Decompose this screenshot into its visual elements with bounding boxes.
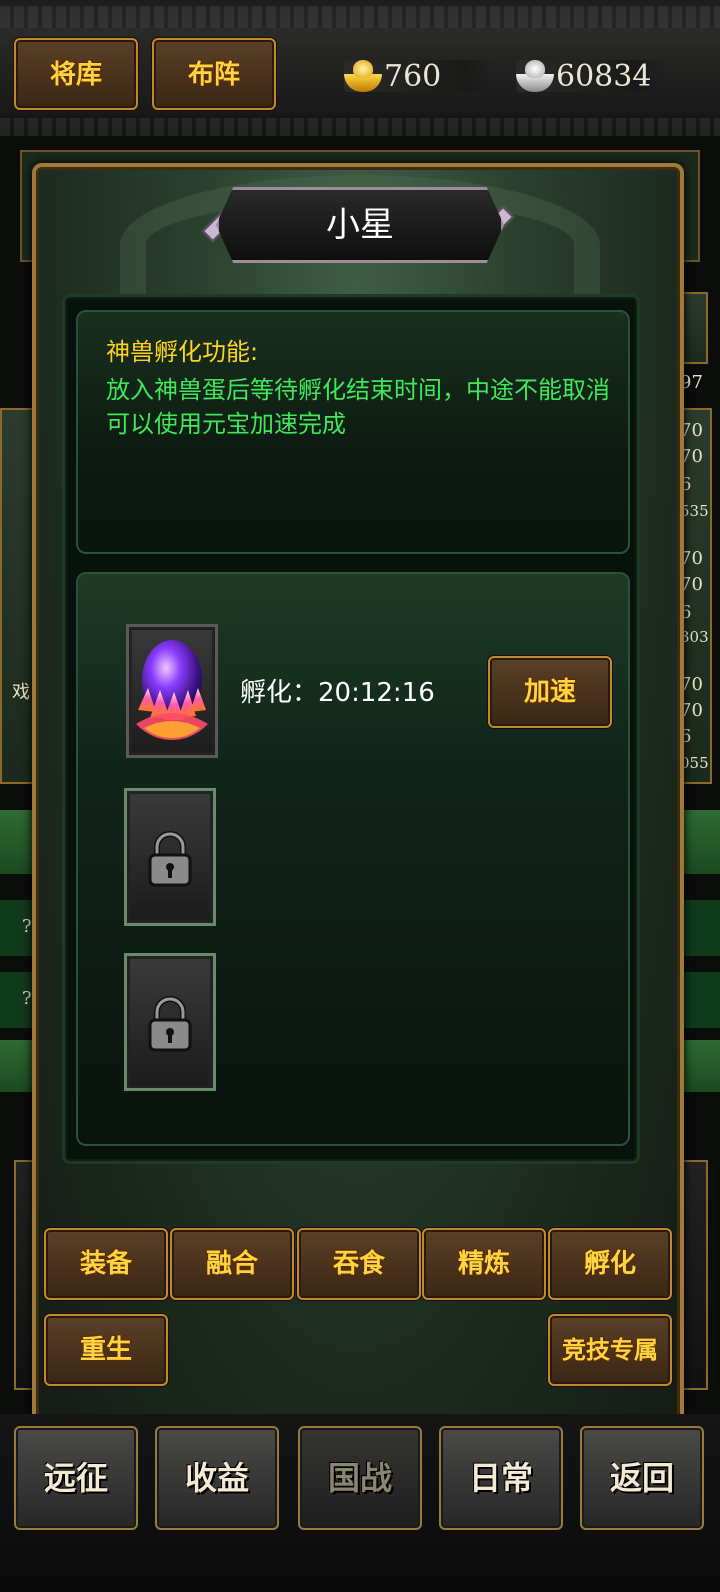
- top-ornament-lower: [0, 118, 720, 136]
- nav-national-war[interactable]: 国战: [298, 1426, 422, 1530]
- bg-number: 535: [680, 502, 709, 520]
- gold-display: 760: [344, 56, 441, 96]
- bg-number: 055: [680, 754, 709, 772]
- tab-hatch[interactable]: 孵化: [548, 1228, 672, 1300]
- bg-label: ?: [22, 988, 32, 1009]
- info-line-1: 放入神兽蛋后等待孵化结束时间，中途不能取消: [106, 376, 610, 404]
- silver-display: 60834: [516, 56, 651, 96]
- info-line-2: 可以使用元宝加速完成: [106, 410, 346, 438]
- background-left-list: [0, 408, 36, 784]
- egg-slot-3-locked[interactable]: [124, 953, 216, 1091]
- nav-daily[interactable]: 日常: [439, 1426, 563, 1530]
- egg-slot-2-locked[interactable]: [124, 788, 216, 926]
- nav-back[interactable]: 返回: [580, 1426, 704, 1530]
- speed-up-button[interactable]: 加速: [488, 656, 612, 728]
- bg-label: ?: [22, 916, 32, 937]
- egg-slot-1[interactable]: [126, 624, 218, 758]
- tab-fusion[interactable]: 融合: [170, 1228, 294, 1300]
- silver-amount: 60834: [556, 58, 652, 94]
- hatch-timer: 孵化：20:12:16: [240, 678, 435, 708]
- formation-button[interactable]: 布阵: [152, 38, 276, 110]
- nav-expedition[interactable]: 远征: [14, 1426, 138, 1530]
- tab-devour[interactable]: 吞食: [297, 1228, 421, 1300]
- general-storage-button[interactable]: 将库: [14, 38, 138, 110]
- tab-equipment[interactable]: 装备: [44, 1228, 168, 1300]
- info-title: 神兽孵化功能:: [106, 338, 259, 366]
- bg-label: 戏: [12, 682, 30, 703]
- nav-income[interactable]: 收益: [155, 1426, 279, 1530]
- top-ornament: [0, 6, 720, 28]
- lock-icon: [148, 831, 192, 887]
- tab-arena-exclusive[interactable]: 竞技专属: [548, 1314, 672, 1386]
- background-right-tab: [682, 292, 708, 364]
- tab-rebirth[interactable]: 重生: [44, 1314, 168, 1386]
- beast-egg-icon: [136, 640, 208, 740]
- gold-amount: 760: [384, 58, 442, 94]
- lock-icon: [148, 996, 192, 1052]
- bg-number: 303: [680, 628, 709, 646]
- modal-title: 小星: [216, 187, 504, 263]
- tab-refine[interactable]: 精炼: [422, 1228, 546, 1300]
- silver-ingot-icon: [516, 60, 554, 92]
- gold-ingot-icon: [344, 60, 382, 92]
